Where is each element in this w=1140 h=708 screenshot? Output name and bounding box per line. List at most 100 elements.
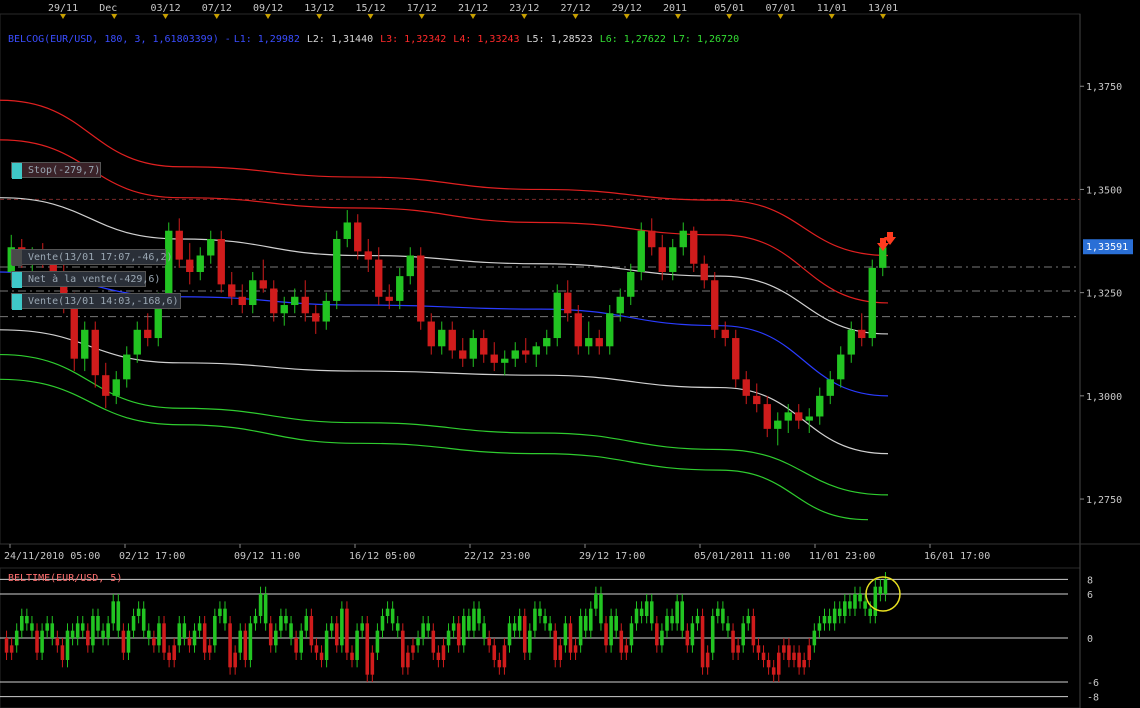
beltime-bar — [563, 623, 568, 646]
beltime-bar — [700, 616, 705, 668]
candle-body — [543, 338, 551, 347]
candle-body — [249, 280, 257, 306]
order-label-stop[interactable]: Stop(-279,7) — [11, 162, 101, 180]
candle-body — [207, 238, 215, 256]
beltime-bar — [548, 623, 552, 631]
x-axis-label: 29/12 17:00 — [579, 551, 645, 562]
beltime-bar — [533, 608, 537, 631]
top-date-label: 27/12 — [561, 3, 591, 14]
candle-body — [669, 247, 677, 272]
candle-body — [291, 296, 299, 306]
beltime-bar — [522, 616, 527, 653]
beltime-bar — [507, 623, 512, 646]
beltime-bar — [792, 652, 796, 660]
beltime-bar — [873, 586, 878, 616]
beltime-bar — [741, 623, 745, 646]
beltime-bar — [401, 630, 405, 668]
candle-body — [144, 329, 152, 339]
x-axis-label: 16/12 05:00 — [349, 551, 415, 562]
beltime-bar — [416, 638, 420, 646]
beltime-bar — [649, 601, 654, 624]
beltime-tick-label: -6 — [1087, 678, 1099, 689]
candle-body — [469, 338, 477, 359]
candle-body — [522, 350, 530, 355]
beltime-bar — [319, 652, 324, 660]
candle-body — [511, 350, 519, 359]
chart-stage: 29/11 Dec 03/12 07/12 09/12 13/12 15/12 17/12 21… — [0, 0, 1140, 708]
beltime-bar — [426, 623, 430, 631]
beltime-bar — [487, 638, 491, 646]
beltime-bar — [284, 616, 288, 624]
candle-body — [81, 329, 89, 359]
beltime-bar — [639, 608, 644, 616]
x-axis-label: 24/11/2010 05:00 — [4, 551, 100, 562]
beltime-bar — [228, 623, 232, 668]
beltime-bar — [553, 630, 558, 660]
x-axis-label: 22/12 23:00 — [464, 551, 530, 562]
beltime-bar — [543, 616, 547, 624]
beltime-bar — [528, 630, 532, 653]
top-date-label: 03/12 — [151, 3, 181, 14]
candle-body — [91, 329, 99, 376]
price-chart-svg[interactable]: 29/11 Dec 03/12 07/12 09/12 13/12 15/12 17/12 21… — [0, 0, 1140, 708]
candle-body — [112, 379, 120, 396]
order-label-sell-2[interactable]: Vente(13/01 14:03,-168,6) — [11, 292, 181, 310]
candle-body — [784, 412, 792, 421]
beltime-bar — [726, 623, 730, 631]
beltime-bar — [472, 608, 476, 631]
candle-body — [217, 238, 225, 285]
beltime-bar — [670, 616, 674, 624]
beltime-bar — [843, 601, 847, 616]
candle-body — [396, 276, 404, 301]
beltime-bar — [355, 630, 359, 660]
candle-body — [375, 259, 383, 297]
beltime-bar — [736, 645, 740, 653]
beltime-bar — [589, 608, 593, 631]
legend-level-L4: L4: 1,33243 — [453, 34, 519, 45]
candle-body — [858, 329, 866, 339]
x-axis-label: 02/12 17:00 — [119, 551, 185, 562]
beltime-bar — [599, 594, 603, 624]
price-pane — [0, 13, 1081, 545]
beltime-bar — [70, 630, 75, 638]
y-tick-label: 1,3500 — [1086, 185, 1122, 196]
candle-body — [186, 259, 194, 272]
beltime-bar — [86, 630, 90, 646]
legend-indicator-name: BELCOG(EUR/USD, 180, 3, 1,61803399) - — [8, 34, 231, 45]
candle-body — [826, 379, 834, 396]
beltime-bar — [334, 623, 339, 646]
order-label-net[interactable]: Net à la vente(-429,6) — [11, 271, 160, 289]
candle-body — [595, 338, 603, 347]
candle-body — [532, 346, 540, 355]
beltime-bar — [558, 645, 563, 660]
beltime-tick-label: 8 — [1087, 575, 1093, 586]
beltime-bar — [289, 623, 293, 638]
beltime-bar — [20, 616, 24, 631]
top-date-label: 2011 — [663, 3, 687, 14]
candle-body — [196, 255, 204, 272]
top-date-label: 29/12 — [612, 3, 642, 14]
top-date-label: 07/01 — [766, 3, 796, 14]
beltime-bar — [477, 608, 481, 624]
beltime-bar — [187, 638, 192, 646]
beltime-bar — [721, 608, 725, 624]
candle-body — [753, 395, 761, 405]
order-swatch — [12, 293, 22, 310]
candle-body — [427, 321, 435, 347]
candle-body — [385, 296, 393, 301]
beltime-bar — [619, 630, 624, 653]
order-label-sell-1[interactable]: Vente(13/01 17:07,-46,2) — [11, 248, 173, 266]
top-date-label: 09/12 — [253, 3, 283, 14]
beltime-bar — [131, 616, 136, 631]
beltime-bar — [614, 616, 618, 631]
candle-body — [868, 267, 876, 339]
beltime-bar — [279, 616, 283, 631]
beltime-bar — [822, 616, 827, 624]
candle-body — [763, 404, 771, 429]
legend-level-L2: L2: 1,31440 — [307, 34, 373, 45]
beltime-bar — [624, 645, 629, 653]
candle-body — [805, 416, 813, 421]
beltime-tick-label: -8 — [1087, 693, 1099, 704]
beltime-bar — [263, 594, 268, 624]
beltime-bar — [832, 608, 837, 624]
